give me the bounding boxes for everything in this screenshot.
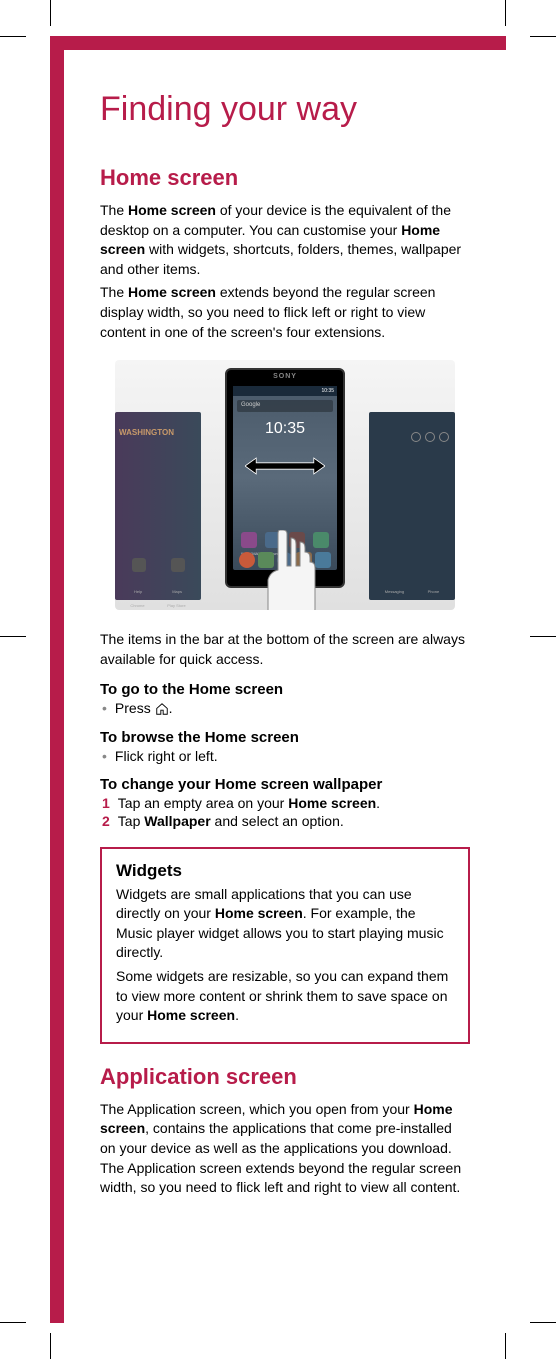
page-title: Finding your way (100, 90, 470, 129)
after-figure-text: The items in the bar at the bottom of th… (100, 630, 470, 669)
widgets-para2: Some widgets are resizable, so you can e… (116, 967, 454, 1026)
home-icon (155, 702, 169, 716)
home-screen-para2: The Home screen extends beyond the regul… (100, 283, 470, 342)
widgets-heading: Widgets (116, 861, 454, 881)
widgets-box: Widgets Widgets are small applications t… (100, 847, 470, 1044)
widgets-para1: Widgets are small applications that you … (116, 885, 454, 963)
sub3-heading: To change your Home screen wallpaper (100, 776, 470, 793)
sub3-item2: 2 Tap Wallpaper and select an option. (100, 813, 470, 829)
page-content: Finding your way Home screen The Home sc… (64, 50, 506, 1238)
figure-clock: 10:35 (233, 420, 337, 438)
figure-status-bar: 10:35 (233, 386, 337, 396)
figure-google-bar: Google (237, 400, 333, 412)
sub1-heading: To go to the Home screen (100, 681, 470, 698)
page-frame: Finding your way Home screen The Home sc… (50, 36, 506, 1323)
sub2-heading: To browse the Home screen (100, 729, 470, 746)
sub2-item: • Flick right or left. (100, 748, 470, 764)
application-screen-heading: Application screen (100, 1064, 470, 1090)
home-screen-heading: Home screen (100, 165, 470, 191)
hand-icon (260, 530, 320, 610)
figure-brand-label: SONY (227, 373, 343, 380)
home-screen-para1: The Home screen of your device is the eq… (100, 201, 470, 279)
figure-washington-label: WASHINGTON (119, 428, 174, 437)
sub3-item1: 1 Tap an empty area on your Home screen. (100, 795, 470, 811)
sub1-item: • Press . (100, 700, 470, 716)
home-screen-figure: WASHINGTON Help Maps Chrome Play Store (100, 360, 470, 610)
application-screen-para: The Application screen, which you open f… (100, 1100, 470, 1198)
swipe-arrow-icon (245, 456, 325, 476)
